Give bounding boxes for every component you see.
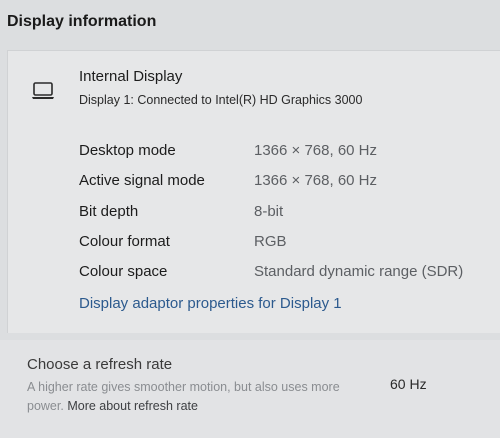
info-value: Standard dynamic range (SDR) xyxy=(254,263,464,280)
info-row-bit-depth: Bit depth 8-bit xyxy=(79,203,499,225)
refresh-rate-description: A higher rate gives smoother motion, but… xyxy=(27,378,357,416)
display-connection: Display 1: Connected to Intel(R) HD Grap… xyxy=(79,93,363,107)
more-about-refresh-rate-link[interactable]: More about refresh rate xyxy=(67,399,198,413)
info-row-colour-format: Colour format RGB xyxy=(79,233,499,255)
display-adaptor-properties-link[interactable]: Display adaptor properties for Display 1 xyxy=(79,295,342,312)
refresh-rate-dropdown[interactable]: 60 Hz xyxy=(390,376,427,392)
info-label: Bit depth xyxy=(79,203,139,220)
info-label: Desktop mode xyxy=(79,142,176,159)
info-row-colour-space: Colour space Standard dynamic range (SDR… xyxy=(79,263,499,285)
display-name: Internal Display xyxy=(79,68,183,85)
info-label: Colour format xyxy=(79,233,170,250)
info-value: RGB xyxy=(254,233,287,250)
display-info-card: Internal Display Display 1: Connected to… xyxy=(7,50,500,333)
info-value: 1366 × 768, 60 Hz xyxy=(254,142,378,159)
refresh-rate-title: Choose a refresh rate xyxy=(27,356,173,373)
info-row-desktop-mode: Desktop mode 1366 × 768, 60 Hz xyxy=(79,142,499,164)
info-value: 8-bit xyxy=(254,203,284,220)
refresh-rate-section: Choose a refresh rate A higher rate give… xyxy=(0,340,500,438)
info-label: Colour space xyxy=(79,263,168,280)
page-title: Display information xyxy=(7,13,157,30)
laptop-icon xyxy=(31,81,55,101)
info-label: Active signal mode xyxy=(79,172,205,189)
info-row-active-signal-mode: Active signal mode 1366 × 768, 60 Hz xyxy=(79,172,499,194)
info-value: 1366 × 768, 60 Hz xyxy=(254,172,378,189)
